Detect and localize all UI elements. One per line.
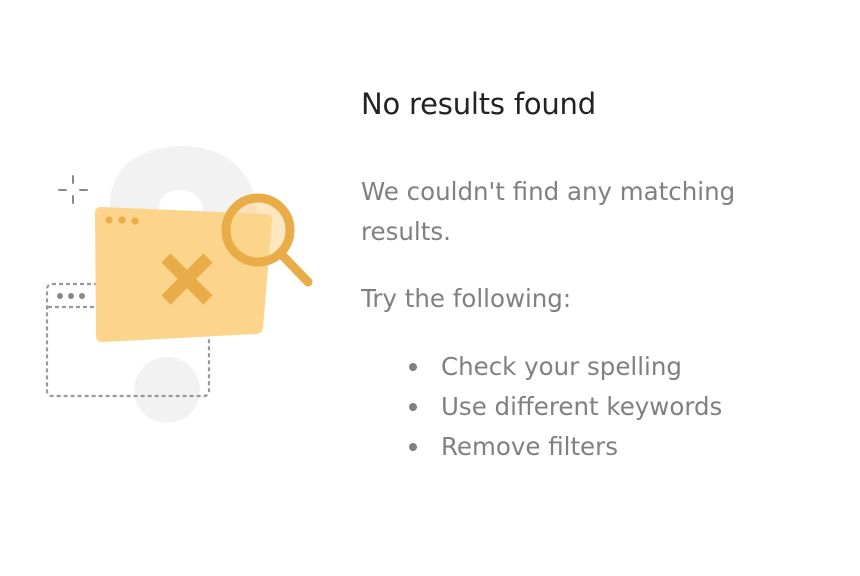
illustration-svg [45, 146, 313, 423]
suggestion-list: Check your spelling Use different keywor… [361, 347, 831, 467]
suggestion-label: Use different keywords [441, 392, 723, 421]
empty-state-title: No results found [361, 87, 596, 121]
suggestion-label: Check your spelling [441, 352, 682, 381]
no-results-illustration [40, 140, 330, 440]
empty-state-message: We couldn't find any matching results. [361, 177, 736, 246]
try-following-label: Try the following: [361, 284, 572, 313]
suggestion-item: Use different keywords [409, 387, 831, 427]
suggestion-label: Remove filters [441, 432, 618, 461]
empty-state-content: No results found We couldn't find any ma… [361, 84, 831, 467]
bullet-icon [409, 363, 417, 371]
bullet-icon [409, 403, 417, 411]
suggestion-item: Check your spelling [409, 347, 831, 387]
sparkle-icon [58, 175, 88, 204]
suggestion-item: Remove filters [409, 427, 831, 467]
bullet-icon [409, 443, 417, 451]
